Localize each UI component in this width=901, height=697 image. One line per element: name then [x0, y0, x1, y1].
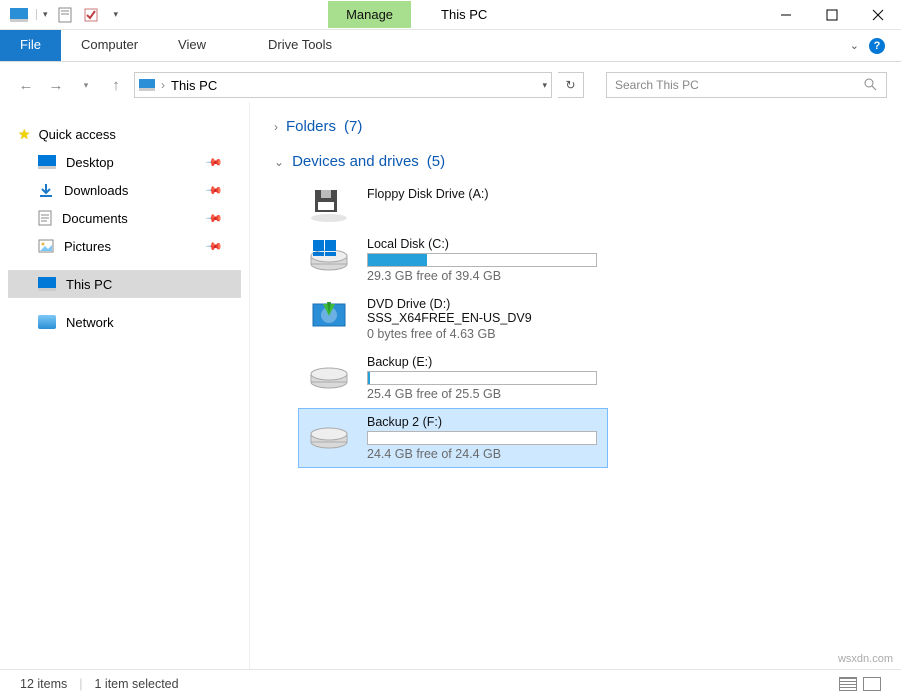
star-icon: ★: [18, 126, 31, 143]
sidebar-item-network[interactable]: Network: [8, 308, 241, 336]
chevron-right-icon: ›: [161, 78, 165, 92]
sidebar-item-label: This PC: [66, 277, 112, 292]
chevron-down-icon: ⌄: [274, 155, 284, 169]
status-bar: 12 items | 1 item selected: [0, 669, 901, 697]
pin-icon: 📌: [205, 237, 224, 256]
drives-list: Floppy Disk Drive (A:) Local Disk (C:) 2…: [298, 180, 877, 468]
navigation-pane: ★ Quick access Desktop 📌 Downloads 📌 Doc…: [0, 102, 250, 669]
drive-item-floppy[interactable]: Floppy Disk Drive (A:): [298, 180, 608, 230]
large-icons-view-icon[interactable]: [863, 677, 881, 691]
capacity-bar: [367, 371, 597, 385]
hdd-icon: [307, 237, 351, 273]
qat-custom-dropdown-icon[interactable]: ▾: [108, 9, 119, 20]
capacity-bar: [367, 253, 597, 267]
up-button[interactable]: ↑: [104, 73, 128, 97]
refresh-button[interactable]: ↻: [558, 72, 584, 98]
minimize-button[interactable]: [763, 0, 809, 30]
pictures-icon: [38, 239, 54, 253]
drive-item-backup2-f[interactable]: Backup 2 (F:) 24.4 GB free of 24.4 GB: [298, 408, 608, 468]
address-bar[interactable]: › This PC ▾: [134, 72, 552, 98]
quick-access-label: Quick access: [39, 127, 116, 142]
qat-dropdown-icon[interactable]: ▾: [36, 9, 48, 20]
sidebar-item-label: Network: [66, 315, 114, 330]
quick-access-toolbar: ▾ ▾: [0, 6, 128, 24]
chevron-right-icon: ›: [274, 120, 278, 134]
section-label: Folders: [286, 118, 336, 135]
drive-name: Local Disk (C:): [367, 237, 599, 251]
help-icon[interactable]: ?: [869, 38, 885, 54]
status-selection: 1 item selected: [95, 677, 179, 691]
watermark: wsxdn.com: [838, 653, 893, 665]
sidebar-item-label: Downloads: [64, 183, 128, 198]
dvd-icon: [307, 297, 351, 333]
pc-icon: [139, 79, 155, 91]
sidebar-item-pictures[interactable]: Pictures 📌: [8, 232, 241, 260]
tab-file[interactable]: File: [0, 30, 61, 61]
hdd-icon: [307, 415, 351, 451]
section-count: (5): [427, 153, 445, 170]
drive-free-text: 25.4 GB free of 25.5 GB: [367, 387, 599, 401]
back-button[interactable]: ←: [14, 73, 38, 97]
close-button[interactable]: [855, 0, 901, 30]
section-folders[interactable]: › Folders (7): [274, 118, 877, 135]
drive-name: Backup 2 (F:): [367, 415, 599, 429]
drive-free-text: 0 bytes free of 4.63 GB: [367, 327, 599, 341]
drive-name: Floppy Disk Drive (A:): [367, 187, 599, 201]
pin-icon: 📌: [205, 153, 224, 172]
section-drives[interactable]: ⌄ Devices and drives (5): [274, 153, 877, 170]
checkbox-icon[interactable]: [82, 6, 100, 24]
tab-drive-tools[interactable]: Drive Tools: [248, 30, 352, 61]
sidebar-item-label: Pictures: [64, 239, 111, 254]
details-view-icon[interactable]: [839, 677, 857, 691]
forward-button[interactable]: →: [44, 73, 68, 97]
pc-icon: [38, 277, 56, 291]
drive-item-dvd[interactable]: DVD Drive (D:) SSS_X64FREE_EN-US_DV9 0 b…: [298, 290, 608, 348]
drive-name: Backup (E:): [367, 355, 599, 369]
sidebar-item-label: Desktop: [66, 155, 114, 170]
sidebar-item-this-pc[interactable]: This PC: [8, 270, 241, 298]
drive-item-local-c[interactable]: Local Disk (C:) 29.3 GB free of 39.4 GB: [298, 230, 608, 290]
recent-locations-dropdown[interactable]: ▾: [74, 73, 98, 97]
downloads-icon: [38, 182, 54, 198]
tab-computer[interactable]: Computer: [61, 30, 158, 61]
drive-item-backup-e[interactable]: Backup (E:) 25.4 GB free of 25.5 GB: [298, 348, 608, 408]
search-input[interactable]: Search This PC: [606, 72, 887, 98]
drive-label: SSS_X64FREE_EN-US_DV9: [367, 311, 599, 325]
hdd-icon: [307, 355, 351, 391]
sidebar-quick-access[interactable]: ★ Quick access: [8, 120, 241, 148]
address-segment[interactable]: This PC: [171, 78, 217, 93]
sidebar-item-downloads[interactable]: Downloads 📌: [8, 176, 241, 204]
navigation-bar: ← → ▾ ↑ › This PC ▾ ↻ Search This PC: [0, 68, 901, 102]
window-title: This PC: [441, 7, 487, 22]
content-area: › Folders (7) ⌄ Devices and drives (5) F…: [250, 102, 901, 669]
floppy-icon: [307, 187, 351, 223]
sidebar-item-desktop[interactable]: Desktop 📌: [8, 148, 241, 176]
capacity-bar: [367, 431, 597, 445]
contextual-tab-manage[interactable]: Manage: [328, 1, 411, 28]
ribbon: File Computer View Drive Tools ⌄ ?: [0, 30, 901, 62]
sidebar-item-documents[interactable]: Documents 📌: [8, 204, 241, 232]
sidebar-item-label: Documents: [62, 211, 128, 226]
app-icon: [10, 6, 28, 24]
ribbon-collapse-icon[interactable]: ⌄: [850, 39, 859, 52]
section-count: (7): [344, 118, 362, 135]
maximize-button[interactable]: [809, 0, 855, 30]
drive-free-text: 24.4 GB free of 24.4 GB: [367, 447, 599, 461]
documents-icon: [38, 210, 52, 226]
titlebar: ▾ ▾ Manage This PC: [0, 0, 901, 30]
network-icon: [38, 315, 56, 329]
search-icon: [864, 78, 878, 92]
search-placeholder: Search This PC: [615, 78, 699, 92]
properties-icon[interactable]: [56, 6, 74, 24]
window-controls: [763, 0, 901, 30]
pin-icon: 📌: [205, 209, 224, 228]
tab-view[interactable]: View: [158, 30, 226, 61]
address-dropdown-icon[interactable]: ▾: [542, 80, 547, 91]
pin-icon: 📌: [205, 181, 224, 200]
section-label: Devices and drives: [292, 153, 419, 170]
drive-name: DVD Drive (D:): [367, 297, 599, 311]
status-item-count: 12 items: [20, 677, 67, 691]
desktop-icon: [38, 155, 56, 169]
drive-free-text: 29.3 GB free of 39.4 GB: [367, 269, 599, 283]
